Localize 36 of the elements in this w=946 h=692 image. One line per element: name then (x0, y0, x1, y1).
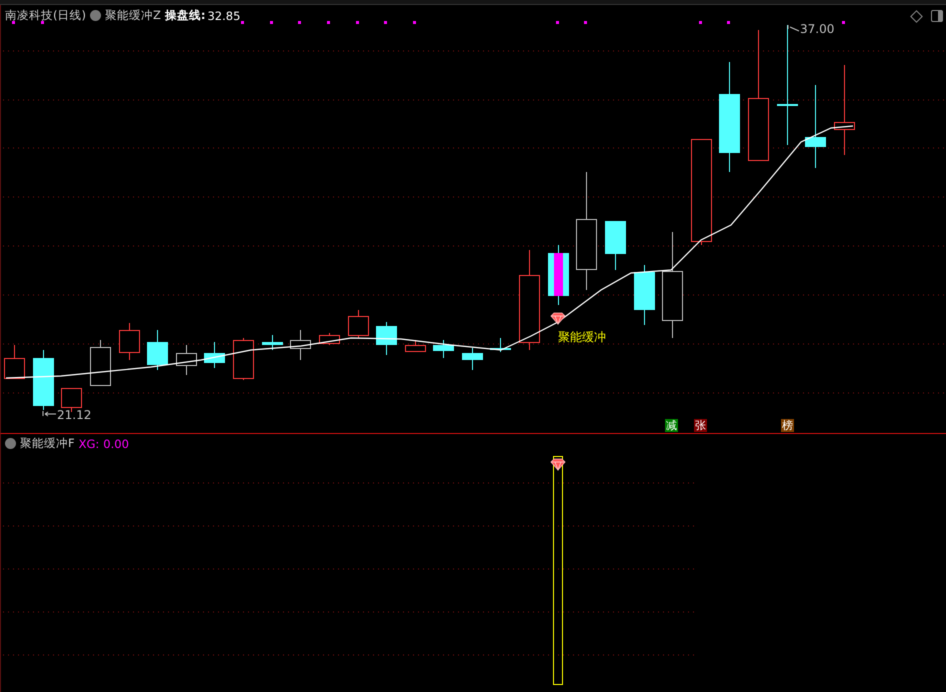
candlestick (147, 330, 168, 370)
series-label: XG: (78, 436, 100, 450)
candlestick (490, 338, 511, 352)
candlestick (319, 332, 340, 346)
candlestick (262, 334, 283, 350)
line-value: 32.85 (207, 8, 240, 22)
candlestick (204, 342, 225, 368)
badge: 张 (694, 419, 707, 432)
panel-toggle-icon[interactable] (931, 10, 943, 22)
candlestick (348, 310, 369, 338)
candlestick (433, 340, 454, 358)
candlestick (405, 340, 426, 352)
stock-title: 南凌科技(日线) (5, 8, 86, 23)
signal-label: 聚能缓冲 (558, 330, 606, 344)
indicator-name: 聚能缓冲Z (104, 8, 161, 23)
gem-icon (550, 458, 566, 471)
dropdown-icon[interactable] (5, 438, 16, 449)
candlestick (376, 322, 397, 356)
candlestick (634, 264, 655, 326)
badge: 榜 (781, 419, 794, 432)
candlestick (33, 350, 54, 410)
candlestick (605, 220, 626, 270)
indicator-name: 聚能缓冲F (20, 436, 75, 451)
candlestick (119, 322, 140, 360)
candlestick (233, 338, 254, 380)
candlestick (4, 344, 25, 379)
candlestick (176, 344, 197, 376)
line-label: 操盘线: (164, 8, 206, 23)
candlestick (290, 330, 311, 360)
dropdown-icon[interactable] (90, 10, 101, 21)
badge: 减 (665, 419, 678, 432)
candlestick (90, 340, 111, 386)
candlestick (548, 244, 569, 306)
candlestick (462, 348, 483, 370)
gem-icon (550, 312, 566, 325)
series-value: 0.00 (103, 436, 129, 450)
